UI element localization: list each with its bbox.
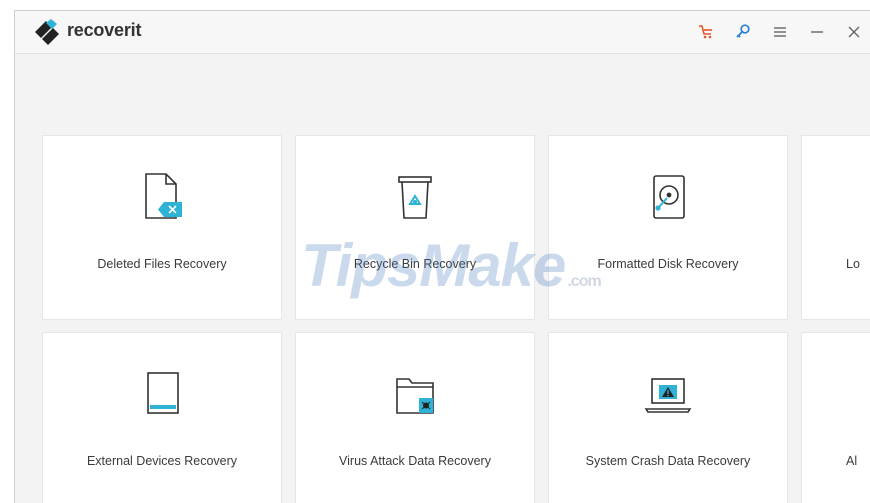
recycle-bin-icon <box>391 168 439 224</box>
card-label: Virus Attack Data Recovery <box>339 454 491 468</box>
virus-folder-icon <box>391 365 439 421</box>
cart-icon <box>699 25 712 39</box>
system-crash-icon <box>644 365 692 421</box>
minimize-icon <box>811 31 823 33</box>
card-formatted-disk-recovery[interactable]: Formatted Disk Recovery <box>548 135 788 320</box>
key-icon <box>736 24 750 38</box>
card-virus-attack-data-recovery[interactable]: Virus Attack Data Recovery <box>295 332 535 503</box>
card-label: Lo <box>846 257 860 271</box>
card-recycle-bin-recovery[interactable]: Recycle Bin Recovery <box>295 135 535 320</box>
close-icon <box>848 26 860 38</box>
app-name: recoverit <box>67 20 142 40</box>
card-label: Formatted Disk Recovery <box>597 257 739 271</box>
close-button[interactable] <box>844 22 864 42</box>
deleted-file-icon <box>138 168 186 224</box>
external-device-icon <box>138 365 186 421</box>
card-deleted-files-recovery[interactable]: Deleted Files Recovery <box>42 135 282 320</box>
cart-button[interactable] <box>696 22 716 42</box>
menu-button[interactable] <box>770 22 790 42</box>
card-label: External Devices Recovery <box>86 454 238 468</box>
card-external-devices-recovery[interactable]: External Devices Recovery <box>42 332 282 503</box>
card-label: System Crash Data Recovery <box>585 454 751 468</box>
minimize-button[interactable] <box>807 22 827 42</box>
menu-icon <box>774 27 786 37</box>
card-lost-partition-recovery[interactable]: Lo <box>801 135 870 320</box>
card-label: Recycle Bin Recovery <box>353 257 477 271</box>
recoverit-logo-icon <box>33 19 61 45</box>
card-system-crash-data-recovery[interactable]: System Crash Data Recovery <box>548 332 788 503</box>
formatted-disk-icon <box>644 168 692 224</box>
app-window: recoverit Deleted Files Recovery Recycle… <box>14 10 870 503</box>
card-label: Deleted Files Recovery <box>97 257 227 271</box>
card-all-around-recovery[interactable]: Al <box>801 332 870 503</box>
register-button[interactable] <box>733 22 753 42</box>
title-bar: recoverit <box>15 11 870 54</box>
card-label: Al <box>846 454 858 468</box>
